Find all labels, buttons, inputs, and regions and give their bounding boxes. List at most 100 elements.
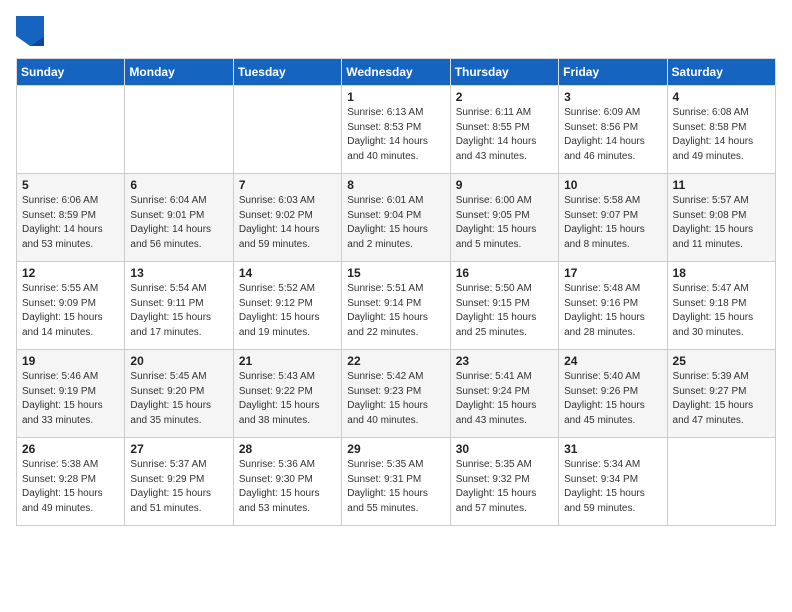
day-number: 18: [673, 266, 770, 280]
calendar-cell: 6 Sunrise: 6:04 AM Sunset: 9:01 PM Daylig…: [125, 174, 233, 262]
calendar-cell: 23 Sunrise: 5:41 AM Sunset: 9:24 PM Dayli…: [450, 350, 558, 438]
day-info: Sunrise: 5:48 AM Sunset: 9:16 PM Dayligh…: [564, 282, 661, 340]
calendar-table: SundayMondayTuesdayWednesdayThursdayFrid…: [16, 58, 776, 526]
day-number: 21: [239, 354, 336, 368]
day-number: 19: [22, 354, 119, 368]
day-number: 6: [130, 178, 227, 192]
day-info: Sunrise: 5:34 AM Sunset: 9:34 PM Dayligh…: [564, 458, 661, 516]
calendar-cell: 3Sunrise: 6:09 AM Sunset: 8:56 PM Daylig…: [559, 86, 667, 174]
day-number: 11: [673, 178, 770, 192]
day-number: 29: [347, 442, 444, 456]
day-info: Sunrise: 5:39 AM Sunset: 9:27 PM Dayligh…: [673, 370, 770, 428]
day-info: Sunrise: 6:04 AM Sunset: 9:01 PM Dayligh…: [130, 194, 227, 252]
day-info: Sunrise: 5:42 AM Sunset: 9:23 PM Dayligh…: [347, 370, 444, 428]
day-info: Sunrise: 6:06 AM Sunset: 8:59 PM Dayligh…: [22, 194, 119, 252]
day-number: 25: [673, 354, 770, 368]
day-number: 31: [564, 442, 661, 456]
week-row-4: 19 Sunrise: 5:46 AM Sunset: 9:19 PM Dayli…: [17, 350, 776, 438]
day-number: 12: [22, 266, 119, 280]
calendar-cell: 17 Sunrise: 5:48 AM Sunset: 9:16 PM Dayli…: [559, 262, 667, 350]
day-number: 24: [564, 354, 661, 368]
calendar-cell: 22 Sunrise: 5:42 AM Sunset: 9:23 PM Dayli…: [342, 350, 450, 438]
calendar-cell: 9 Sunrise: 6:00 AM Sunset: 9:05 PM Daylig…: [450, 174, 558, 262]
day-number: 22: [347, 354, 444, 368]
calendar-cell: 7 Sunrise: 6:03 AM Sunset: 9:02 PM Daylig…: [233, 174, 341, 262]
week-row-2: 5 Sunrise: 6:06 AM Sunset: 8:59 PM Daylig…: [17, 174, 776, 262]
calendar-cell: 14 Sunrise: 5:52 AM Sunset: 9:12 PM Dayli…: [233, 262, 341, 350]
day-info: Sunrise: 5:45 AM Sunset: 9:20 PM Dayligh…: [130, 370, 227, 428]
day-info: Sunrise: 5:35 AM Sunset: 9:31 PM Dayligh…: [347, 458, 444, 516]
day-info: Sunrise: 5:57 AM Sunset: 9:08 PM Dayligh…: [673, 194, 770, 252]
day-number: 16: [456, 266, 553, 280]
day-info: Sunrise: 6:03 AM Sunset: 9:02 PM Dayligh…: [239, 194, 336, 252]
calendar-cell: 16 Sunrise: 5:50 AM Sunset: 9:15 PM Dayli…: [450, 262, 558, 350]
calendar-cell: 20 Sunrise: 5:45 AM Sunset: 9:20 PM Dayli…: [125, 350, 233, 438]
calendar-cell: 10 Sunrise: 5:58 AM Sunset: 9:07 PM Dayli…: [559, 174, 667, 262]
day-info: Sunrise: 5:37 AM Sunset: 9:29 PM Dayligh…: [130, 458, 227, 516]
day-header-wednesday: Wednesday: [342, 59, 450, 86]
calendar-cell: 18Sunrise: 5:47 AM Sunset: 9:18 PM Dayli…: [667, 262, 775, 350]
calendar-cell: 25 Sunrise: 5:39 AM Sunset: 9:27 PM Dayli…: [667, 350, 775, 438]
day-number: 4: [673, 90, 770, 104]
day-header-monday: Monday: [125, 59, 233, 86]
day-info: Sunrise: 5:50 AM Sunset: 9:15 PM Dayligh…: [456, 282, 553, 340]
calendar-cell: 31 Sunrise: 5:34 AM Sunset: 9:34 PM Dayli…: [559, 438, 667, 526]
day-info: Sunrise: 6:00 AM Sunset: 9:05 PM Dayligh…: [456, 194, 553, 252]
header-row: SundayMondayTuesdayWednesdayThursdayFrid…: [17, 59, 776, 86]
day-number: 7: [239, 178, 336, 192]
day-info: Sunrise: 5:46 AM Sunset: 9:19 PM Dayligh…: [22, 370, 119, 428]
day-info: Sunrise: 5:54 AM Sunset: 9:11 PM Dayligh…: [130, 282, 227, 340]
day-info: Sunrise: 6:13 AM Sunset: 8:53 PM Dayligh…: [347, 106, 444, 164]
day-header-saturday: Saturday: [667, 59, 775, 86]
calendar-cell: 26 Sunrise: 5:38 AM Sunset: 9:28 PM Dayli…: [17, 438, 125, 526]
day-info: Sunrise: 5:35 AM Sunset: 9:32 PM Dayligh…: [456, 458, 553, 516]
day-number: 28: [239, 442, 336, 456]
day-info: Sunrise: 5:36 AM Sunset: 9:30 PM Dayligh…: [239, 458, 336, 516]
calendar-cell: 5 Sunrise: 6:06 AM Sunset: 8:59 PM Daylig…: [17, 174, 125, 262]
calendar-cell: [667, 438, 775, 526]
day-info: Sunrise: 5:40 AM Sunset: 9:26 PM Dayligh…: [564, 370, 661, 428]
day-number: 27: [130, 442, 227, 456]
day-info: Sunrise: 5:55 AM Sunset: 9:09 PM Dayligh…: [22, 282, 119, 340]
day-info: Sunrise: 5:52 AM Sunset: 9:12 PM Dayligh…: [239, 282, 336, 340]
week-row-5: 26 Sunrise: 5:38 AM Sunset: 9:28 PM Dayli…: [17, 438, 776, 526]
calendar-cell: 11 Sunrise: 5:57 AM Sunset: 9:08 PM Dayli…: [667, 174, 775, 262]
day-info: Sunrise: 5:58 AM Sunset: 9:07 PM Dayligh…: [564, 194, 661, 252]
day-number: 9: [456, 178, 553, 192]
day-header-sunday: Sunday: [17, 59, 125, 86]
day-number: 20: [130, 354, 227, 368]
calendar-cell: 24 Sunrise: 5:40 AM Sunset: 9:26 PM Dayli…: [559, 350, 667, 438]
calendar-cell: 27 Sunrise: 5:37 AM Sunset: 9:29 PM Dayli…: [125, 438, 233, 526]
day-number: 10: [564, 178, 661, 192]
day-number: 14: [239, 266, 336, 280]
page-header: [16, 16, 776, 46]
day-number: 15: [347, 266, 444, 280]
calendar-cell: [233, 86, 341, 174]
calendar-cell: 21 Sunrise: 5:43 AM Sunset: 9:22 PM Dayli…: [233, 350, 341, 438]
calendar-cell: [125, 86, 233, 174]
day-header-thursday: Thursday: [450, 59, 558, 86]
day-info: Sunrise: 5:38 AM Sunset: 9:28 PM Dayligh…: [22, 458, 119, 516]
day-header-friday: Friday: [559, 59, 667, 86]
day-number: 13: [130, 266, 227, 280]
day-number: 23: [456, 354, 553, 368]
calendar-cell: 8Sunrise: 6:01 AM Sunset: 9:04 PM Daylig…: [342, 174, 450, 262]
week-row-1: 1Sunrise: 6:13 AM Sunset: 8:53 PM Daylig…: [17, 86, 776, 174]
calendar-cell: 1Sunrise: 6:13 AM Sunset: 8:53 PM Daylig…: [342, 86, 450, 174]
day-number: 5: [22, 178, 119, 192]
day-info: Sunrise: 5:43 AM Sunset: 9:22 PM Dayligh…: [239, 370, 336, 428]
calendar-cell: 30 Sunrise: 5:35 AM Sunset: 9:32 PM Dayli…: [450, 438, 558, 526]
day-info: Sunrise: 6:11 AM Sunset: 8:55 PM Dayligh…: [456, 106, 553, 164]
calendar-cell: 12 Sunrise: 5:55 AM Sunset: 9:09 PM Dayli…: [17, 262, 125, 350]
calendar-cell: [17, 86, 125, 174]
logo-icon: [16, 16, 46, 46]
day-number: 26: [22, 442, 119, 456]
calendar-cell: 29 Sunrise: 5:35 AM Sunset: 9:31 PM Dayli…: [342, 438, 450, 526]
day-header-tuesday: Tuesday: [233, 59, 341, 86]
calendar-cell: 4Sunrise: 6:08 AM Sunset: 8:58 PM Daylig…: [667, 86, 775, 174]
day-number: 30: [456, 442, 553, 456]
day-number: 17: [564, 266, 661, 280]
day-info: Sunrise: 6:01 AM Sunset: 9:04 PM Dayligh…: [347, 194, 444, 252]
day-number: 3: [564, 90, 661, 104]
day-info: Sunrise: 5:41 AM Sunset: 9:24 PM Dayligh…: [456, 370, 553, 428]
